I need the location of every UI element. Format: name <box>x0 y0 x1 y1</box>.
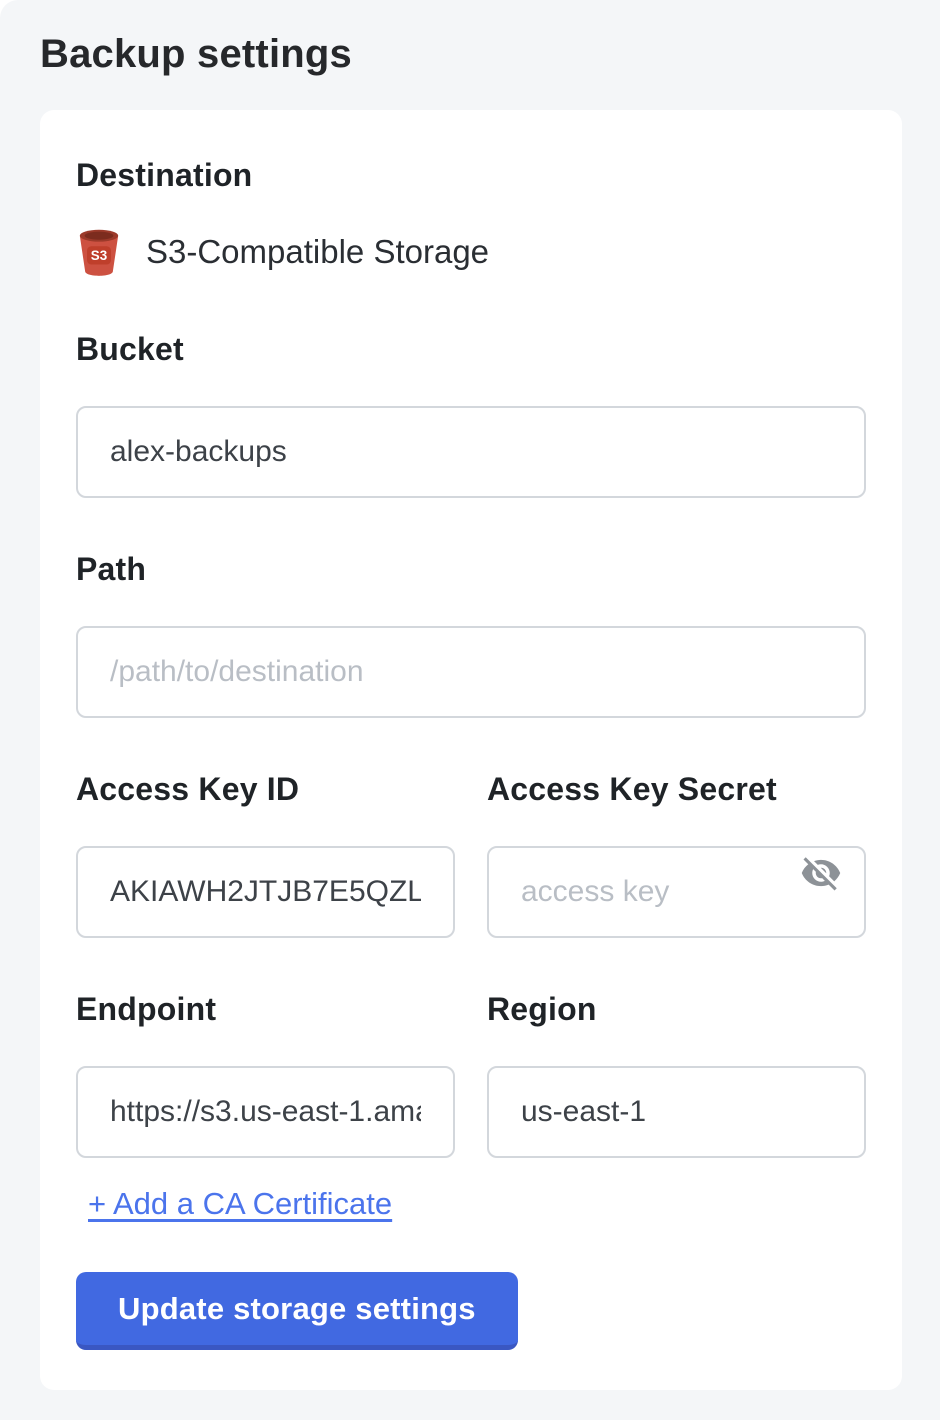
backup-settings-card: Destination S3 S3-Compatible Storage Buc… <box>40 110 902 1390</box>
update-storage-settings-button[interactable]: Update storage settings <box>76 1272 518 1350</box>
bucket-label: Bucket <box>76 330 866 368</box>
svg-text:S3: S3 <box>91 248 107 263</box>
access-key-secret-wrap <box>487 808 866 938</box>
path-label: Path <box>76 550 866 588</box>
access-key-secret-label: Access Key Secret <box>487 770 866 808</box>
backup-settings-page: Backup settings Destination S3 S3-Compat… <box>0 0 940 1420</box>
s3-bucket-icon: S3 <box>76 226 122 278</box>
destination-row: S3 S3-Compatible Storage <box>76 226 866 278</box>
endpoint-label: Endpoint <box>76 990 455 1028</box>
toggle-secret-visibility-button[interactable] <box>800 852 842 894</box>
eye-off-icon <box>800 852 842 894</box>
path-input[interactable] <box>76 626 866 718</box>
access-key-id-label: Access Key ID <box>76 770 455 808</box>
destination-value: S3-Compatible Storage <box>146 233 489 271</box>
region-input[interactable] <box>487 1066 866 1158</box>
destination-label: Destination <box>76 156 866 194</box>
region-label: Region <box>487 990 866 1028</box>
add-ca-certificate-link[interactable]: + Add a CA Certificate <box>88 1186 392 1222</box>
access-key-id-input[interactable] <box>76 846 455 938</box>
page-title: Backup settings <box>40 30 902 78</box>
bucket-input[interactable] <box>76 406 866 498</box>
endpoint-input[interactable] <box>76 1066 455 1158</box>
